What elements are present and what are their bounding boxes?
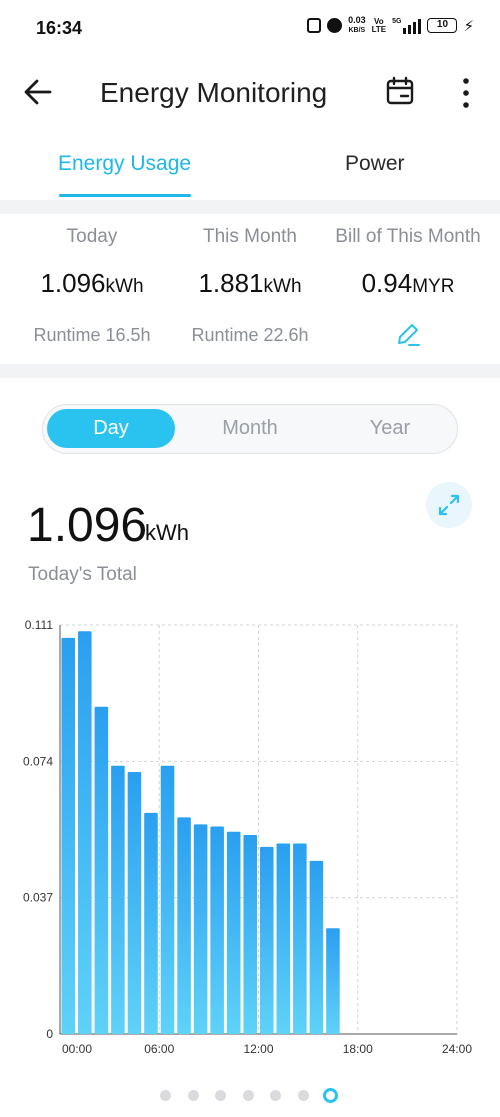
network-speed-unit: KB/S [348,27,366,34]
signal-icon: 5G [392,17,422,34]
y-tick-label: 0.037 [23,891,53,905]
chart-svg: 0 0.037 0.074 0.111 00:00 06:00 12:00 18:00 24:0… [23,618,472,1056]
x-tick-label: 18:00 [343,1042,373,1056]
x-tick-label: 06:00 [144,1042,174,1056]
nfc-icon [307,18,322,33]
summary-today: Today 1.096kWh Runtime 16.5h [7,214,177,346]
tab-bar: Energy Usage Power [0,140,500,202]
app-bar: Energy Monitoring [0,58,500,130]
x-tick-label: 24:00 [442,1042,472,1056]
page-indicator [0,1086,500,1106]
today-runtime: Runtime 16.5h [33,325,151,345]
back-button[interactable] [20,74,56,110]
bill-value-unit: MYR [412,276,455,297]
page-dot-active[interactable] [323,1088,338,1103]
edit-pencil-icon [398,324,420,346]
chart-bar [226,831,241,1034]
chart-bar [243,835,258,1034]
chart-bar [210,826,224,1034]
tab-power[interactable]: Power [345,152,405,176]
today-value: 1.096kWh [7,268,177,299]
chart-bar [111,765,125,1034]
y-tick-label: 0.074 [23,754,53,768]
chart-bar [78,631,92,1034]
active-tab-indicator [59,194,191,197]
month-runtime: Runtime 22.6h [191,325,309,345]
battery-level: 10 [436,19,449,30]
today-value-number: 1.096 [40,268,106,298]
page-title: Energy Monitoring [100,77,328,108]
section-divider [0,200,500,214]
total-caption: Today's Total [28,564,137,585]
total-unit: kWh [145,520,189,545]
chart-bar [259,846,274,1034]
summary-bill: Bill of This Month 0.94MYR [323,214,493,352]
y-tick-label: 0.111 [25,618,54,632]
month-value-unit: kWh [263,276,302,297]
network-speed-value: 0.03 [348,15,366,25]
period-day-option[interactable]: Day [47,417,175,440]
chart-bar [193,824,208,1034]
chart-bar [61,637,76,1034]
charging-icon: ⚡︎ [463,17,474,35]
status-time: 16:34 [36,18,83,38]
section-divider-2 [0,364,500,378]
page-dot[interactable] [187,1090,199,1101]
x-tick-label: 12:00 [243,1042,273,1056]
network-type: 5G [392,17,402,25]
status-bar: 16:34 0.03 KB/S Vo LTE 5G 10 ⚡︎ [0,0,500,58]
chart-bar [177,817,191,1034]
month-value-number: 1.881 [198,268,264,298]
page-dot[interactable] [160,1090,171,1101]
expand-icon [438,494,460,516]
chart-bar [127,772,142,1034]
alarm-icon [327,18,343,33]
status-icons: 0.03 KB/S Vo LTE 5G 10 ⚡︎ [307,16,474,35]
chart-bar [309,860,324,1034]
tab-energy-usage[interactable]: Energy Usage [58,152,191,176]
period-year-option[interactable]: Year [326,417,454,440]
page-dot[interactable] [270,1090,281,1101]
volte-bottom: LTE [371,24,387,34]
chart-bar [94,706,109,1034]
chart-bar [144,812,158,1034]
chart-bar [276,843,291,1034]
chart-bar [326,928,340,1034]
chart-bar [160,765,175,1034]
page-dot[interactable] [297,1090,309,1101]
page-dot[interactable] [215,1090,226,1101]
total-value: 1.096 [27,499,148,552]
volte-indicator: Vo LTE [371,17,387,34]
bill-value-number: 0.94 [361,268,413,298]
energy-bar-chart: 0 0.037 0.074 0.111 00:00 06:00 12:00 18:00 24:0… [0,600,500,1070]
network-speed: 0.03 KB/S [348,16,366,35]
calendar-button[interactable] [384,75,416,107]
period-month-option[interactable]: Month [186,417,314,440]
bill-value: 0.94MYR [323,268,493,299]
month-label: This Month [203,226,297,247]
back-arrow-icon [24,79,52,105]
chart-bar [293,843,307,1034]
summary-this-month: This Month 1.881kWh Runtime 22.6h [165,214,335,346]
energy-summary: Today 1.096kWh Runtime 16.5h This Month … [0,214,500,364]
today-label: Today [66,226,118,247]
calendar-icon [386,76,414,105]
edit-bill-button[interactable] [323,299,493,352]
bill-label: Bill of This Month [335,226,481,247]
y-tick-label: 0 [46,1027,53,1041]
period-selector: Day Month Year [42,404,458,454]
more-vertical-icon [463,78,469,108]
more-options-button[interactable] [450,75,482,111]
expand-chart-button[interactable] [426,482,472,528]
x-tick-label: 00:00 [62,1042,92,1056]
page-dot[interactable] [242,1090,254,1101]
battery-icon: 10 [427,18,458,33]
today-value-unit: kWh [105,276,144,297]
month-value: 1.881kWh [165,268,335,299]
